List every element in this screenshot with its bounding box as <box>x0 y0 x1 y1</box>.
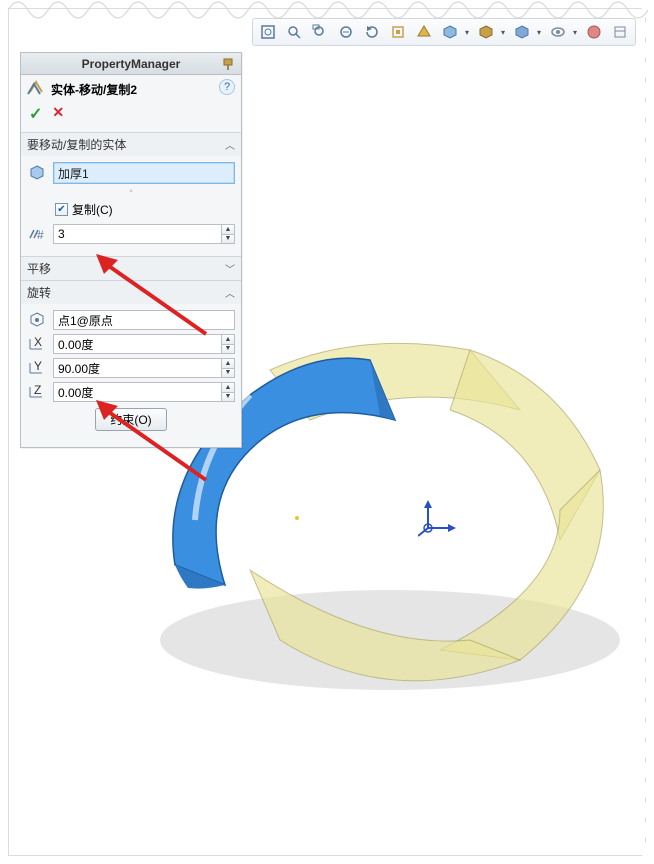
resize-handle-icon[interactable]: ◦ <box>27 186 235 197</box>
appearance-icon[interactable] <box>583 21 605 43</box>
rotate-z-input[interactable]: ▲▼ <box>53 382 235 402</box>
spin-up-icon[interactable]: ▲ <box>221 358 235 368</box>
rotate-z-icon: Z <box>27 385 47 399</box>
copy-checkbox[interactable]: ✔ <box>55 203 68 216</box>
property-manager-panel: PropertyManager 实体-移动/复制2 ? ✓ ✕ 要移动/复制的实… <box>20 52 242 448</box>
origin-triad-icon <box>418 498 458 538</box>
spin-down-icon[interactable]: ▼ <box>221 368 235 379</box>
zoom-area-icon[interactable] <box>283 21 305 43</box>
spin-up-icon[interactable]: ▲ <box>221 224 235 234</box>
zoom-in-out-icon[interactable] <box>335 21 357 43</box>
help-icon[interactable]: ? <box>219 79 235 95</box>
zoom-window-icon[interactable] <box>309 21 331 43</box>
svg-text:#: # <box>37 228 44 241</box>
pan-icon[interactable] <box>387 21 409 43</box>
instance-count-icon: # <box>27 227 47 241</box>
rotate-reference-value: 点1@原点 <box>58 312 113 329</box>
section-translate-header[interactable]: 平移 ﹀ <box>21 256 241 280</box>
hide-show-icon[interactable] <box>511 21 533 43</box>
svg-text:X: X <box>34 337 42 349</box>
settings-icon[interactable] <box>609 21 631 43</box>
body-icon <box>27 164 47 182</box>
dropdown-icon[interactable]: ▾ <box>463 28 471 37</box>
cancel-button[interactable]: ✕ <box>52 104 64 124</box>
display-style-icon[interactable] <box>475 21 497 43</box>
spin-down-icon[interactable]: ▼ <box>221 234 235 245</box>
zoom-to-fit-icon[interactable] <box>257 21 279 43</box>
rotate-x-icon: X <box>27 337 47 351</box>
rotate-z-field[interactable] <box>53 382 221 402</box>
spin-up-icon[interactable]: ▲ <box>221 382 235 392</box>
rotate-view-icon[interactable] <box>361 21 383 43</box>
svg-text:Z: Z <box>34 385 41 397</box>
heads-up-toolbar: ▾ ▾ ▾ ▾ <box>252 18 636 46</box>
rotate-x-field[interactable] <box>53 334 221 354</box>
constrain-button[interactable]: 约束(O) <box>95 408 166 431</box>
section-rotate-title: 旋转 <box>27 284 51 301</box>
dropdown-icon[interactable]: ▾ <box>535 28 543 37</box>
section-bodies-header[interactable]: 要移动/复制的实体 ︿ <box>21 132 241 156</box>
rotate-y-icon: Y <box>27 361 47 375</box>
pushpin-icon[interactable] <box>219 55 237 73</box>
rotate-reference-icon <box>27 311 47 329</box>
move-copy-body-icon <box>27 79 45 100</box>
ok-button[interactable]: ✓ <box>29 104 42 124</box>
chevron-up-icon: ︿ <box>225 285 235 300</box>
feature-name-row: 实体-移动/复制2 ? <box>21 75 241 104</box>
view-orientation-icon[interactable] <box>439 21 461 43</box>
rotate-y-field[interactable] <box>53 358 221 378</box>
section-rotate-header[interactable]: 旋转 ︿ <box>21 280 241 304</box>
section-view-icon[interactable] <box>413 21 435 43</box>
selected-body: 加厚1 <box>58 165 89 182</box>
dropdown-icon[interactable]: ▾ <box>499 28 507 37</box>
svg-text:Y: Y <box>34 361 42 373</box>
pm-title: PropertyManager <box>82 57 181 71</box>
section-translate-title: 平移 <box>27 260 51 277</box>
spin-up-icon[interactable]: ▲ <box>221 334 235 344</box>
section-bodies-title: 要移动/复制的实体 <box>27 136 126 153</box>
spin-down-icon[interactable]: ▼ <box>221 392 235 403</box>
rotate-y-input[interactable]: ▲▼ <box>53 358 235 378</box>
copy-label: 复制(C) <box>72 201 113 218</box>
copy-count-field[interactable] <box>53 224 221 244</box>
pm-title-bar: PropertyManager <box>21 53 241 75</box>
rotate-reference-input[interactable]: 点1@原点 <box>53 310 235 330</box>
chevron-up-icon: ︿ <box>225 137 235 152</box>
copy-count-input[interactable]: ▲▼ <box>53 224 235 244</box>
rotate-x-input[interactable]: ▲▼ <box>53 334 235 354</box>
spin-down-icon[interactable]: ▼ <box>221 344 235 355</box>
bodies-selection-box[interactable]: 加厚1 <box>53 162 235 184</box>
eye-icon[interactable] <box>547 21 569 43</box>
dropdown-icon[interactable]: ▾ <box>571 28 579 37</box>
constrain-button-label: 约束(O) <box>110 413 151 427</box>
feature-name: 实体-移动/复制2 <box>51 81 137 98</box>
chevron-down-icon: ﹀ <box>225 261 235 276</box>
